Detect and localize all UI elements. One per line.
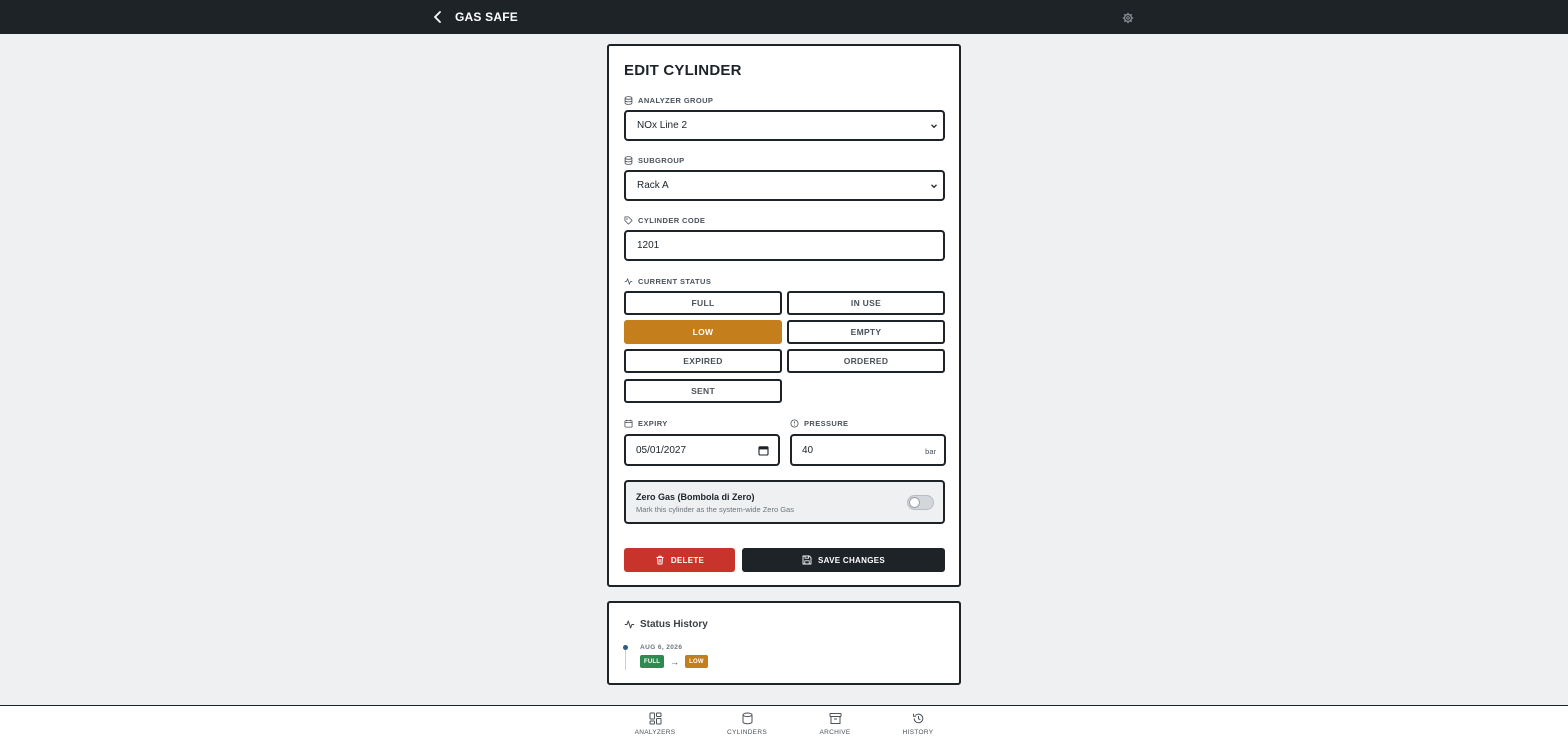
archive-icon (829, 713, 841, 724)
tag-icon (624, 216, 633, 225)
grid-icon (649, 712, 661, 725)
history-icon (912, 713, 923, 724)
nav-item-cylinders[interactable]: CYLINDERS (727, 712, 767, 736)
zero-gas-panel: Zero Gas (Bombola di Zero) Mark this cyl… (624, 480, 945, 524)
cylinder-icon (742, 712, 752, 725)
trash-icon (656, 555, 664, 565)
zero-gas-description: Mark this cylinder as the system-wide Ze… (636, 505, 794, 514)
history-entry: FULL → LOW (640, 655, 708, 668)
current-status-label: CURRENT STATUS (624, 277, 711, 286)
status-history-title: Status History (624, 619, 708, 630)
delete-button[interactable]: DELETE (624, 548, 735, 572)
status-option-sent[interactable]: SENT (624, 379, 782, 403)
status-option-empty[interactable]: EMPTY (787, 320, 945, 344)
cylinder-code-input[interactable]: 1201 (624, 230, 945, 261)
back-button[interactable] (430, 9, 446, 25)
chevron-down-icon (931, 124, 937, 129)
status-option-expired[interactable]: EXPIRED (624, 349, 782, 373)
status-history-card: Status History AUG 6, 2026 FULL → LOW (607, 601, 961, 685)
expiry-date-input[interactable]: 05/01/2027 (624, 434, 780, 466)
calendar-icon (624, 419, 633, 428)
status-option-low[interactable]: LOW (624, 320, 782, 344)
page-title: EDIT CYLINDER (624, 62, 742, 79)
cylinder-code-label: CYLINDER CODE (624, 216, 705, 225)
gauge-icon (790, 419, 799, 428)
timeline-line (625, 648, 626, 670)
status-option-ordered[interactable]: ORDERED (787, 349, 945, 373)
app-title: GAS SAFE (455, 10, 518, 24)
zero-gas-title: Zero Gas (Bombola di Zero) (636, 492, 755, 502)
analyzer-group-label: ANALYZER GROUP (624, 96, 713, 105)
toggle-knob (909, 497, 920, 508)
bottom-navigation: ANALYZERS CYLINDERS ARCHIVE HISTORY (0, 705, 1568, 744)
top-app-bar: GAS SAFE (0, 0, 1568, 34)
status-option-in-use[interactable]: IN USE (787, 291, 945, 315)
zero-gas-toggle[interactable] (907, 495, 934, 510)
database-icon (624, 96, 633, 105)
save-icon (802, 555, 812, 565)
calendar-icon[interactable] (758, 445, 769, 456)
chevron-left-icon (434, 11, 441, 23)
gear-icon (1122, 12, 1134, 24)
status-badge-from: FULL (640, 655, 665, 668)
timeline-dot (623, 645, 628, 650)
pressure-label: PRESSURE (790, 419, 848, 428)
history-entry-date: AUG 6, 2026 (640, 644, 683, 651)
nav-item-analyzers[interactable]: ANALYZERS (635, 712, 675, 736)
arrow-right-icon: → (670, 656, 680, 667)
edit-cylinder-card: EDIT CYLINDER ANALYZER GROUP NOx Line 2 … (607, 44, 961, 587)
expiry-label: EXPIRY (624, 419, 668, 428)
analyzer-group-select[interactable]: NOx Line 2 (624, 110, 945, 141)
save-changes-button[interactable]: SAVE CHANGES (742, 548, 945, 572)
activity-icon (624, 278, 633, 285)
pressure-unit: bar (925, 447, 936, 456)
nav-item-history[interactable]: HISTORY (902, 712, 934, 736)
pressure-input[interactable]: 40 bar (790, 434, 946, 466)
subgroup-select[interactable]: Rack A (624, 170, 945, 201)
database-icon (624, 156, 633, 165)
chevron-down-icon (931, 184, 937, 189)
nav-item-archive[interactable]: ARCHIVE (819, 712, 851, 736)
status-badge-to: LOW (685, 655, 708, 668)
status-option-full[interactable]: FULL (624, 291, 782, 315)
activity-icon (624, 620, 635, 629)
settings-button[interactable] (1122, 11, 1134, 24)
subgroup-label: SUBGROUP (624, 156, 685, 165)
